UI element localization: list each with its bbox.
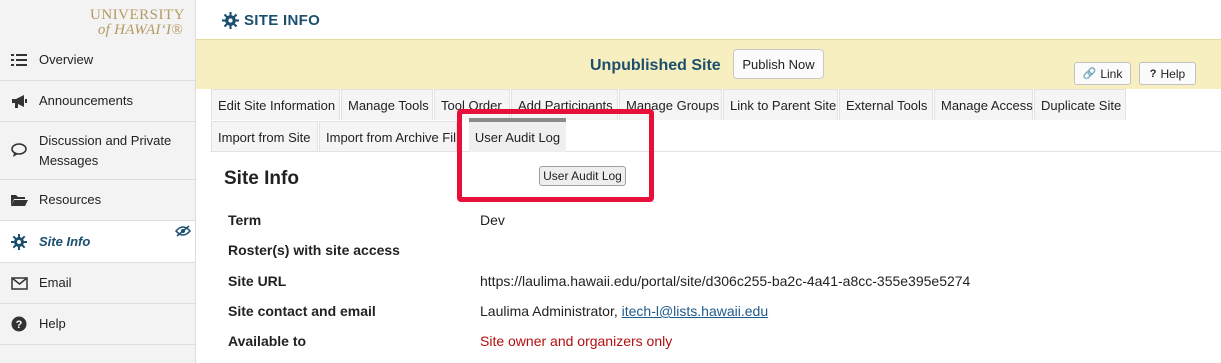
- sidebar-item-overview[interactable]: Overview: [0, 40, 195, 81]
- svg-text:?: ?: [16, 319, 23, 331]
- logo-line-2: of HAWAI‘I®: [97, 22, 183, 38]
- sidebar-item-site-info[interactable]: Site Info: [0, 221, 195, 263]
- gear-icon: [10, 233, 28, 251]
- site-contact-label: Site contact and email: [228, 303, 376, 319]
- tabs-divider: [210, 151, 1221, 152]
- sidebar-item-resources[interactable]: Resources: [0, 180, 195, 221]
- link-button-label: Link: [1100, 66, 1123, 81]
- unpublished-banner: Unpublished Site Publish Now 🔗 Link ? Help: [196, 39, 1221, 89]
- sidebar-item-email[interactable]: Email: [0, 263, 195, 304]
- sidebar-item-label: Site Info: [39, 233, 91, 249]
- envelope-icon: [10, 274, 28, 292]
- site-contact-value: Laulima Administrator, itech-l@lists.haw…: [480, 303, 768, 319]
- tab-duplicate-site[interactable]: Duplicate Site: [1034, 89, 1126, 120]
- sidebar-item-announcements[interactable]: Announcements: [0, 81, 195, 122]
- tab-import-from-site[interactable]: Import from Site: [211, 121, 318, 152]
- folder-icon: [10, 191, 28, 209]
- tab-link-to-parent-site[interactable]: Link to Parent Site: [723, 89, 838, 120]
- link-icon: 🔗: [1082, 68, 1097, 80]
- site-url-value: https://laulima.hawaii.edu/portal/site/d…: [480, 273, 971, 289]
- sidebar-item-label: Help: [39, 316, 66, 331]
- sidebar-item-discussion[interactable]: Discussion and Private Messages: [0, 122, 195, 180]
- question-circle-icon: ?: [10, 315, 28, 333]
- sidebar-item-help[interactable]: ? Help: [0, 304, 195, 345]
- help-button[interactable]: ? Help: [1139, 62, 1196, 85]
- sidebar-item-label: Overview: [39, 52, 94, 67]
- available-to-label: Available to: [228, 333, 307, 349]
- tab-import-from-archive-file[interactable]: Import from Archive File: [319, 121, 457, 152]
- help-button-label: Help: [1160, 66, 1186, 81]
- sidebar-item-label: Discussion and Private Messages: [39, 132, 172, 168]
- unpublished-status: Unpublished Site: [590, 57, 721, 74]
- contact-name: Laulima Administrator,: [480, 303, 622, 319]
- tab-edit-site-information[interactable]: Edit Site Information: [211, 89, 340, 120]
- link-button[interactable]: 🔗 Link: [1074, 62, 1131, 85]
- university-logo[interactable]: UNIVERSITY of HAWAI‘I®: [0, 0, 195, 40]
- sidebar: UNIVERSITY of HAWAI‘I® Overview Announce…: [0, 0, 196, 363]
- publish-now-button[interactable]: Publish Now: [733, 49, 824, 79]
- list-icon: [10, 51, 28, 69]
- chat-icon: [10, 142, 28, 160]
- gear-icon: [222, 11, 239, 29]
- rosters-label: Roster(s) with site access: [228, 242, 400, 258]
- section-heading: Site Info: [224, 168, 299, 189]
- tab-external-tools[interactable]: External Tools: [839, 89, 933, 120]
- site-url-label: Site URL: [228, 273, 287, 289]
- sidebar-item-label: Announcements: [39, 93, 133, 108]
- page-title: SITE INFO: [244, 11, 321, 29]
- term-value: Dev: [480, 212, 505, 228]
- term-label: Term: [228, 212, 262, 228]
- megaphone-icon: [10, 92, 28, 110]
- tool-title: SITE INFO: [222, 9, 320, 31]
- tab-manage-tools[interactable]: Manage Tools: [341, 89, 433, 120]
- available-to-value: Site owner and organizers only: [480, 333, 673, 349]
- tab-manage-access[interactable]: Manage Access: [934, 89, 1033, 120]
- contact-email-link[interactable]: itech-l@lists.hawaii.edu: [622, 303, 769, 319]
- sidebar-item-label: Email: [39, 275, 72, 290]
- question-icon: ?: [1149, 67, 1157, 80]
- eye-slash-icon[interactable]: [175, 225, 191, 237]
- sidebar-item-label: Resources: [39, 192, 102, 207]
- highlight-box: [457, 109, 654, 202]
